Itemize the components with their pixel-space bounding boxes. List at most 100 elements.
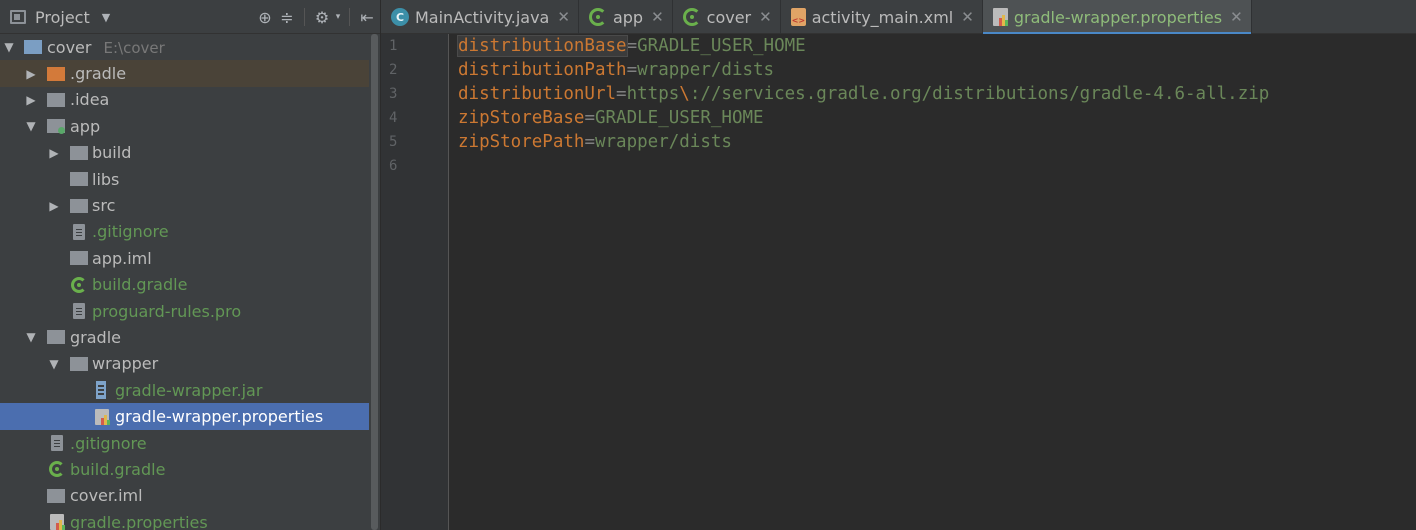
tree-item-label: gradle-wrapper.jar — [115, 380, 263, 400]
tree-item-label: gradle-wrapper.properties — [115, 407, 324, 427]
collapsed-arrow-icon[interactable]: ▶ — [48, 199, 60, 213]
line-number-gutter: 1 2 3 4 5 6 — [381, 34, 449, 530]
tree-item-gradle-properties[interactable]: gradle.properties — [0, 509, 369, 530]
text-file-icon — [73, 303, 85, 320]
xml-file-icon: <> — [790, 8, 806, 26]
expanded-arrow-icon[interactable]: ▼ — [3, 40, 15, 54]
code-line[interactable]: distributionBase=GRADLE_USER_HOME — [457, 34, 806, 58]
tab-app[interactable]: app ✕ — [579, 0, 673, 34]
tree-item-cover[interactable]: ▼ cover E:\cover — [0, 34, 369, 60]
tree-item-root-build-gradle[interactable]: build.gradle — [0, 456, 369, 482]
tree-item-root-gitignore[interactable]: .gitignore — [0, 430, 369, 456]
collapse-all-icon[interactable]: ≑ — [276, 6, 298, 28]
tree-item-label: cover — [47, 37, 92, 57]
tree-item-gradle-wrapper-properties[interactable]: gradle-wrapper.properties — [0, 403, 380, 430]
tree-item-gradle-folder[interactable]: ▼ gradle — [0, 324, 369, 350]
project-tree: ▼ cover E:\cover ▶ .gradle ▶ .idea ▼ app… — [0, 34, 380, 530]
java-class-icon: C — [391, 8, 409, 26]
code-line[interactable]: zipStorePath=wrapper/dists — [458, 130, 732, 154]
tree-item-proguard-rules[interactable]: proguard-rules.pro — [0, 298, 369, 324]
jar-file-icon — [96, 381, 106, 400]
tree-item-label: proguard-rules.pro — [92, 301, 242, 321]
tree-item-src[interactable]: ▶ src — [0, 192, 369, 218]
property-key: distributionUrl — [458, 84, 617, 104]
project-view-selector[interactable]: Project ▼ — [10, 0, 110, 34]
property-value: wrapper/dists — [637, 60, 775, 80]
property-value: wrapper/dists — [594, 132, 732, 152]
collapsed-arrow-icon[interactable]: ▶ — [25, 67, 37, 81]
toolbar-divider — [349, 8, 350, 26]
gear-dropdown-icon[interactable]: ▾ — [333, 6, 343, 28]
tree-item-app-build-gradle[interactable]: build.gradle — [0, 272, 369, 298]
module-file-icon — [70, 251, 88, 266]
line-number: 1 — [389, 38, 398, 54]
tree-item-build[interactable]: ▶ build — [0, 140, 369, 166]
tab-label: app — [612, 7, 644, 27]
project-icon — [10, 10, 26, 24]
gradle-icon — [588, 8, 607, 26]
tree-item-app[interactable]: ▼ app — [0, 113, 369, 139]
equals-sign: = — [584, 132, 595, 152]
code-line[interactable]: distributionPath=wrapper/dists — [458, 58, 774, 82]
tree-item-cover-iml[interactable]: cover.iml — [0, 483, 369, 509]
expanded-arrow-icon[interactable]: ▼ — [25, 330, 37, 344]
collapsed-arrow-icon[interactable]: ▶ — [48, 146, 60, 160]
expanded-arrow-icon[interactable]: ▼ — [25, 119, 37, 133]
tree-item-wrapper[interactable]: ▼ wrapper — [0, 351, 369, 377]
tree-item-label: .gitignore — [70, 433, 147, 453]
tab-activity-main-xml[interactable]: <> activity_main.xml ✕ — [781, 0, 983, 34]
equals-sign: = — [626, 60, 638, 80]
close-icon[interactable]: ✕ — [961, 8, 974, 26]
folder-icon — [47, 92, 65, 107]
code-line[interactable]: distributionUrl=https\://services.gradle… — [458, 82, 1269, 106]
editor-tab-bar: C MainActivity.java ✕ app ✕ cover ✕ <> a… — [381, 0, 1416, 35]
tree-item-libs[interactable]: libs — [0, 166, 369, 192]
close-icon[interactable]: ✕ — [651, 8, 664, 26]
gear-icon[interactable]: ⚙ — [311, 6, 333, 28]
toolbar-divider — [304, 8, 305, 26]
tree-item-dot-gradle[interactable]: ▶ .gradle — [0, 60, 369, 87]
tree-item-label: .gradle — [70, 64, 127, 84]
text-file-icon — [73, 223, 85, 240]
tree-item-gradle-wrapper-jar[interactable]: gradle-wrapper.jar — [0, 377, 369, 403]
tab-label: MainActivity.java — [415, 7, 550, 27]
equals-sign: = — [616, 84, 627, 104]
tree-item-path: E:\cover — [103, 38, 165, 57]
tree-item-label: gradle.properties — [70, 512, 208, 530]
line-number: 6 — [389, 158, 398, 174]
tree-item-app-iml[interactable]: app.iml — [0, 245, 369, 271]
gradle-icon — [49, 461, 65, 478]
excluded-folder-icon — [47, 66, 65, 81]
project-panel-header: Project ▼ ⊕ ≑ ⚙ ▾ ⇤ — [0, 0, 380, 34]
tab-main-activity[interactable]: C MainActivity.java ✕ — [381, 0, 579, 34]
folder-icon — [47, 330, 65, 345]
close-icon[interactable]: ✕ — [557, 8, 570, 26]
close-icon[interactable]: ✕ — [759, 8, 772, 26]
equals-sign: = — [584, 108, 595, 128]
close-icon[interactable]: ✕ — [1230, 8, 1243, 26]
property-value: https — [626, 84, 680, 104]
chevron-down-icon: ▼ — [101, 10, 111, 24]
tree-item-label: gradle — [70, 327, 121, 347]
collapsed-arrow-icon[interactable]: ▶ — [25, 93, 37, 107]
scrollbar-thumb[interactable] — [371, 34, 378, 530]
folder-icon — [70, 145, 88, 160]
tab-gradle-wrapper-properties[interactable]: gradle-wrapper.properties ✕ — [982, 0, 1252, 35]
project-toolbar: ⊕ ≑ ⚙ ▾ ⇤ — [254, 0, 378, 34]
expanded-arrow-icon[interactable]: ▼ — [48, 357, 60, 371]
tree-item-label: build.gradle — [92, 275, 188, 295]
tab-cover[interactable]: cover ✕ — [673, 0, 781, 34]
tree-item-app-gitignore[interactable]: .gitignore — [0, 219, 369, 245]
folder-icon — [70, 172, 88, 187]
code-line[interactable]: zipStoreBase=GRADLE_USER_HOME — [458, 106, 764, 130]
hide-panel-icon[interactable]: ⇤ — [356, 6, 378, 28]
locate-icon[interactable]: ⊕ — [254, 6, 276, 28]
project-scrollbar[interactable] — [369, 34, 380, 530]
equals-sign: = — [626, 36, 638, 56]
gradle-icon — [71, 276, 87, 293]
tree-item-label: build — [92, 143, 132, 163]
code-editor[interactable]: distributionBase=GRADLE_USER_HOME distri… — [450, 34, 1416, 530]
property-key: zipStoreBase — [458, 108, 585, 128]
tree-item-dot-idea[interactable]: ▶ .idea — [0, 87, 369, 113]
tab-label: gradle-wrapper.properties — [1013, 7, 1223, 27]
